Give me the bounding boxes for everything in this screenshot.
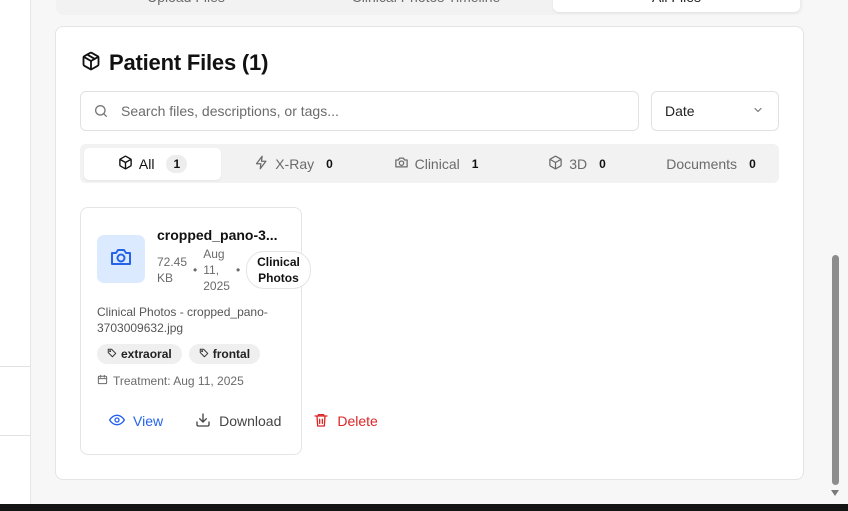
category-badge-line: Clinical bbox=[257, 255, 300, 269]
download-label: Download bbox=[219, 413, 282, 429]
file-description: Clinical Photos - cropped_pano-370300963… bbox=[97, 305, 268, 335]
filter-count: 1 bbox=[471, 157, 479, 171]
tab-upload-files[interactable]: Upload Files bbox=[116, 0, 256, 12]
search-icon bbox=[81, 103, 121, 119]
filter-label: X-Ray bbox=[275, 156, 315, 172]
scrollbar-thumb[interactable] bbox=[832, 255, 839, 485]
file-size-unit: KB bbox=[157, 271, 174, 285]
category-badge-line: Photos bbox=[258, 271, 299, 285]
filter-tab-xray[interactable]: X-Ray 0 bbox=[225, 148, 362, 180]
tab-all-files[interactable]: All Files bbox=[553, 0, 800, 12]
bottom-bar bbox=[0, 504, 848, 511]
tag-label: frontal bbox=[212, 347, 251, 361]
download-icon bbox=[195, 412, 211, 431]
separator-dot: • bbox=[235, 263, 241, 277]
file-meta: 72.45 KB • Aug 11, 2025 • Clinical Photo… bbox=[157, 246, 311, 294]
tag-chip: frontal bbox=[188, 344, 261, 364]
filter-label: 3D bbox=[569, 156, 588, 172]
tag-chip: extraoral bbox=[97, 344, 182, 364]
filter-tab-all[interactable]: All 1 bbox=[84, 148, 221, 180]
file-date: Aug 11, 2025 bbox=[203, 246, 230, 294]
tag-icon bbox=[107, 347, 117, 361]
view-button[interactable]: View bbox=[97, 409, 175, 433]
camera-icon bbox=[394, 155, 409, 173]
filter-tab-3d[interactable]: 3D 0 bbox=[507, 148, 647, 180]
file-name: cropped_pano-3... bbox=[157, 227, 278, 243]
file-tags: extraoral frontal bbox=[97, 344, 261, 364]
filter-count: 0 bbox=[599, 157, 606, 171]
file-date-day: 11, bbox=[203, 263, 220, 277]
chevron-down-icon bbox=[752, 103, 764, 119]
left-rail bbox=[0, 0, 31, 504]
camera-icon bbox=[109, 245, 133, 274]
filter-count: 0 bbox=[749, 157, 756, 171]
box-icon bbox=[118, 155, 133, 173]
file-type-filters: All 1 X-Ray 0 Clinical 1 3D 0 Documents bbox=[80, 144, 779, 183]
filter-tab-documents[interactable]: Documents 0 bbox=[647, 148, 775, 180]
file-date-month: Aug bbox=[203, 247, 225, 261]
view-tabs: Upload Files Clinical Photos Timeline Al… bbox=[56, 0, 803, 15]
tag-label: extraoral bbox=[121, 347, 172, 361]
separator-dot: • bbox=[193, 263, 198, 277]
tab-clinical-photos-timeline[interactable]: Clinical Photos Timeline bbox=[326, 0, 526, 12]
view-label: View bbox=[133, 413, 164, 429]
eye-icon bbox=[108, 412, 126, 431]
filter-tab-clinical[interactable]: Clinical 1 bbox=[365, 148, 507, 180]
sort-value: Date bbox=[665, 103, 695, 119]
filter-label: Documents bbox=[666, 156, 738, 172]
divider bbox=[0, 366, 31, 367]
filter-count: 1 bbox=[166, 155, 188, 173]
delete-label: Delete bbox=[337, 413, 378, 429]
box-icon bbox=[548, 155, 563, 173]
file-thumbnail bbox=[97, 235, 145, 283]
tag-icon bbox=[199, 347, 209, 361]
download-button[interactable]: Download bbox=[175, 409, 293, 433]
box-icon bbox=[81, 51, 101, 76]
zap-icon bbox=[254, 155, 269, 173]
calendar-icon bbox=[97, 374, 108, 388]
divider bbox=[0, 435, 31, 436]
filter-label: Clinical bbox=[414, 156, 460, 172]
scroll-down-arrow-icon[interactable] bbox=[831, 490, 839, 496]
patient-files-panel: Patient Files (1) Date All 1 X-Ray 0 bbox=[55, 26, 804, 480]
search-box bbox=[80, 91, 639, 131]
treatment-label: Treatment: Aug 11, 2025 bbox=[113, 374, 244, 388]
page-title: Patient Files (1) bbox=[109, 50, 269, 75]
file-actions: View Download Delete bbox=[97, 409, 417, 433]
file-date-year: 2025 bbox=[203, 279, 230, 293]
search-input[interactable] bbox=[121, 103, 638, 119]
delete-button[interactable]: Delete bbox=[293, 409, 389, 433]
treatment-date: Treatment: Aug 11, 2025 bbox=[97, 374, 244, 388]
category-badge: Clinical Photos bbox=[246, 251, 311, 289]
filter-label: All bbox=[138, 156, 155, 172]
panel-header: Patient Files (1) bbox=[81, 50, 268, 76]
trash-icon bbox=[313, 412, 329, 431]
file-card[interactable]: cropped_pano-3... 72.45 KB • Aug 11, 202… bbox=[80, 207, 378, 455]
sort-select[interactable]: Date bbox=[651, 91, 779, 131]
file-size-value: 72.45 bbox=[157, 255, 188, 269]
file-size: 72.45 KB bbox=[157, 254, 187, 286]
filter-count: 0 bbox=[326, 157, 333, 171]
